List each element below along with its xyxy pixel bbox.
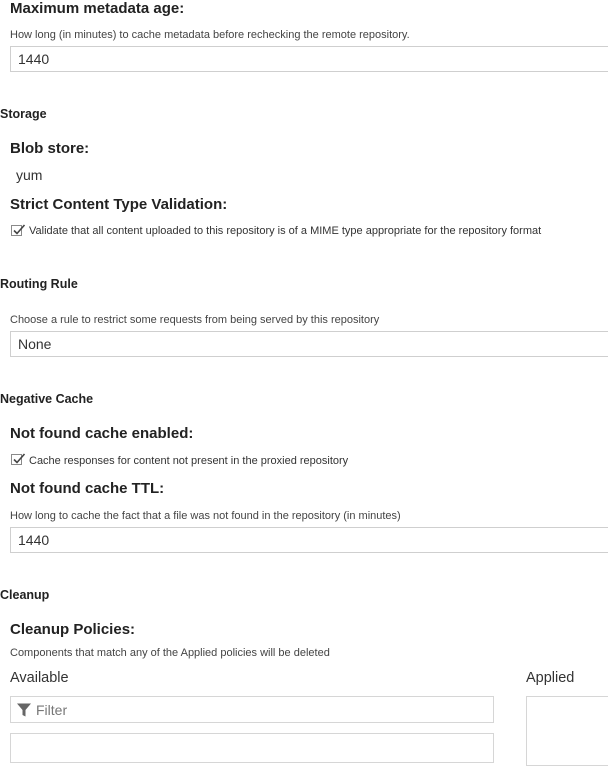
available-policies-list[interactable]	[10, 733, 494, 763]
not-found-cache-checkbox[interactable]	[11, 453, 26, 465]
blob-store-value: yum	[16, 167, 43, 183]
cleanup-section-title: Cleanup	[0, 588, 50, 602]
filter-icon	[16, 702, 32, 718]
available-label: Available	[10, 670, 69, 686]
not-found-cache-checkbox-label: Cache responses for content not present …	[29, 455, 349, 467]
cleanup-policies-help: Components that match any of the Applied…	[10, 647, 330, 659]
applied-label: Applied	[526, 670, 575, 686]
applied-policies-list[interactable]	[526, 696, 608, 766]
cleanup-policies-label: Cleanup Policies:	[10, 621, 136, 638]
strict-validation-checkbox[interactable]	[11, 224, 26, 236]
not-found-cache-ttl-label: Not found cache TTL:	[10, 480, 165, 497]
storage-section-title: Storage	[0, 107, 47, 121]
routing-rule-select[interactable]: None	[10, 331, 608, 357]
checkmark-icon	[13, 224, 26, 235]
negative-cache-section-title: Negative Cache	[0, 392, 94, 406]
filter-placeholder: Filter	[36, 702, 68, 718]
routing-rule-section-title: Routing Rule	[0, 277, 78, 291]
available-filter-field[interactable]: Filter	[10, 696, 494, 723]
not-found-cache-ttl-input[interactable]: 1440	[10, 527, 608, 553]
metadata-age-help: How long (in minutes) to cache metadata …	[10, 29, 410, 41]
strict-validation-label: Strict Content Type Validation:	[10, 196, 228, 213]
metadata-age-input[interactable]: 1440	[10, 46, 608, 72]
not-found-cache-enabled-label: Not found cache enabled:	[10, 425, 194, 442]
strict-validation-checkbox-label: Validate that all content uploaded to th…	[29, 225, 542, 237]
blob-store-label: Blob store:	[10, 140, 90, 157]
metadata-age-label: Maximum metadata age:	[10, 0, 185, 17]
checkmark-icon	[13, 453, 26, 464]
routing-rule-help: Choose a rule to restrict some requests …	[10, 314, 380, 326]
not-found-cache-ttl-help: How long to cache the fact that a file w…	[10, 510, 401, 522]
